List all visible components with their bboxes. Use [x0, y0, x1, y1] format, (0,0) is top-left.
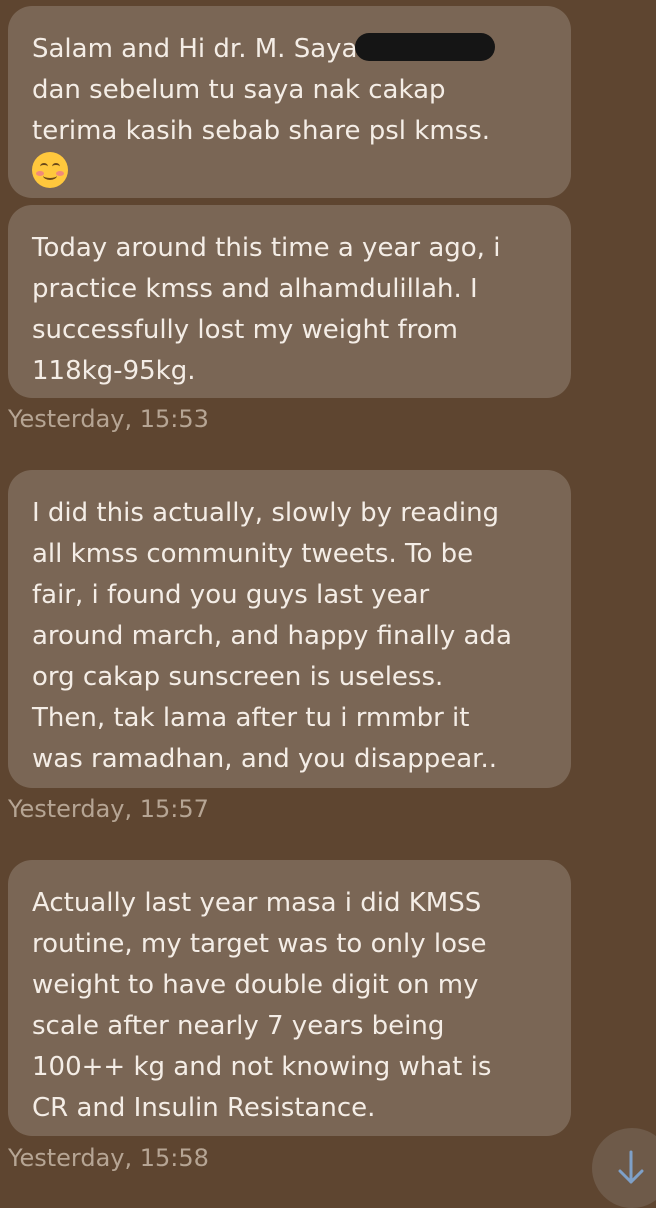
- message-line: all kmss community tweets. To be: [32, 539, 474, 569]
- message-line: Then, tak lama after tu i rmmbr it: [32, 703, 470, 733]
- message-line: Today around this time a year ago, i: [32, 233, 501, 263]
- message-line: CR and Insulin Resistance.: [32, 1093, 376, 1123]
- message-timestamp: Yesterday, 15:57: [8, 795, 209, 823]
- message-timestamp: Yesterday, 15:58: [8, 1144, 209, 1172]
- message-line: fair, i found you guys last year: [32, 580, 430, 610]
- message-bubble[interactable]: Actually last year masa i did KMSS routi…: [8, 860, 571, 1136]
- message-line: practice kmss and alhamdulillah. I: [32, 274, 478, 304]
- message-line: routine, my target was to only lose: [32, 929, 487, 959]
- message-timestamp: Yesterday, 15:53: [8, 405, 209, 433]
- smiling-face-icon: [32, 152, 68, 188]
- message-line: Actually last year masa i did KMSS: [32, 888, 482, 918]
- message-line: dan sebelum tu saya nak cakap: [32, 75, 446, 105]
- message-line: was ramadhan, and you disappear..: [32, 744, 498, 774]
- message-line: I did this actually, slowly by reading: [32, 498, 500, 528]
- message-line: scale after nearly 7 years being: [32, 1011, 445, 1041]
- message-line: org cakap sunscreen is useless.: [32, 662, 444, 692]
- redacted-name: [355, 33, 496, 61]
- message-bubble[interactable]: Today around this time a year ago, i pra…: [8, 205, 571, 398]
- message-line: 100++ kg and not knowing what is: [32, 1052, 492, 1082]
- message-line: 118kg-95kg.: [32, 356, 196, 386]
- message-bubble[interactable]: Salam and Hi dr. M. Saya dan sebelum tu …: [8, 6, 571, 198]
- arrow-down-icon: [618, 1150, 644, 1184]
- message-line: Salam and Hi dr. M. Saya: [32, 34, 358, 64]
- message-line: successfully lost my weight from: [32, 315, 458, 345]
- message-line: weight to have double digit on my: [32, 970, 479, 1000]
- message-bubble[interactable]: I did this actually, slowly by reading a…: [8, 470, 571, 788]
- scroll-down-button[interactable]: [592, 1128, 656, 1208]
- message-line: around march, and happy finally ada: [32, 621, 512, 651]
- message-line: terima kasih sebab share psl kmss.: [32, 116, 491, 146]
